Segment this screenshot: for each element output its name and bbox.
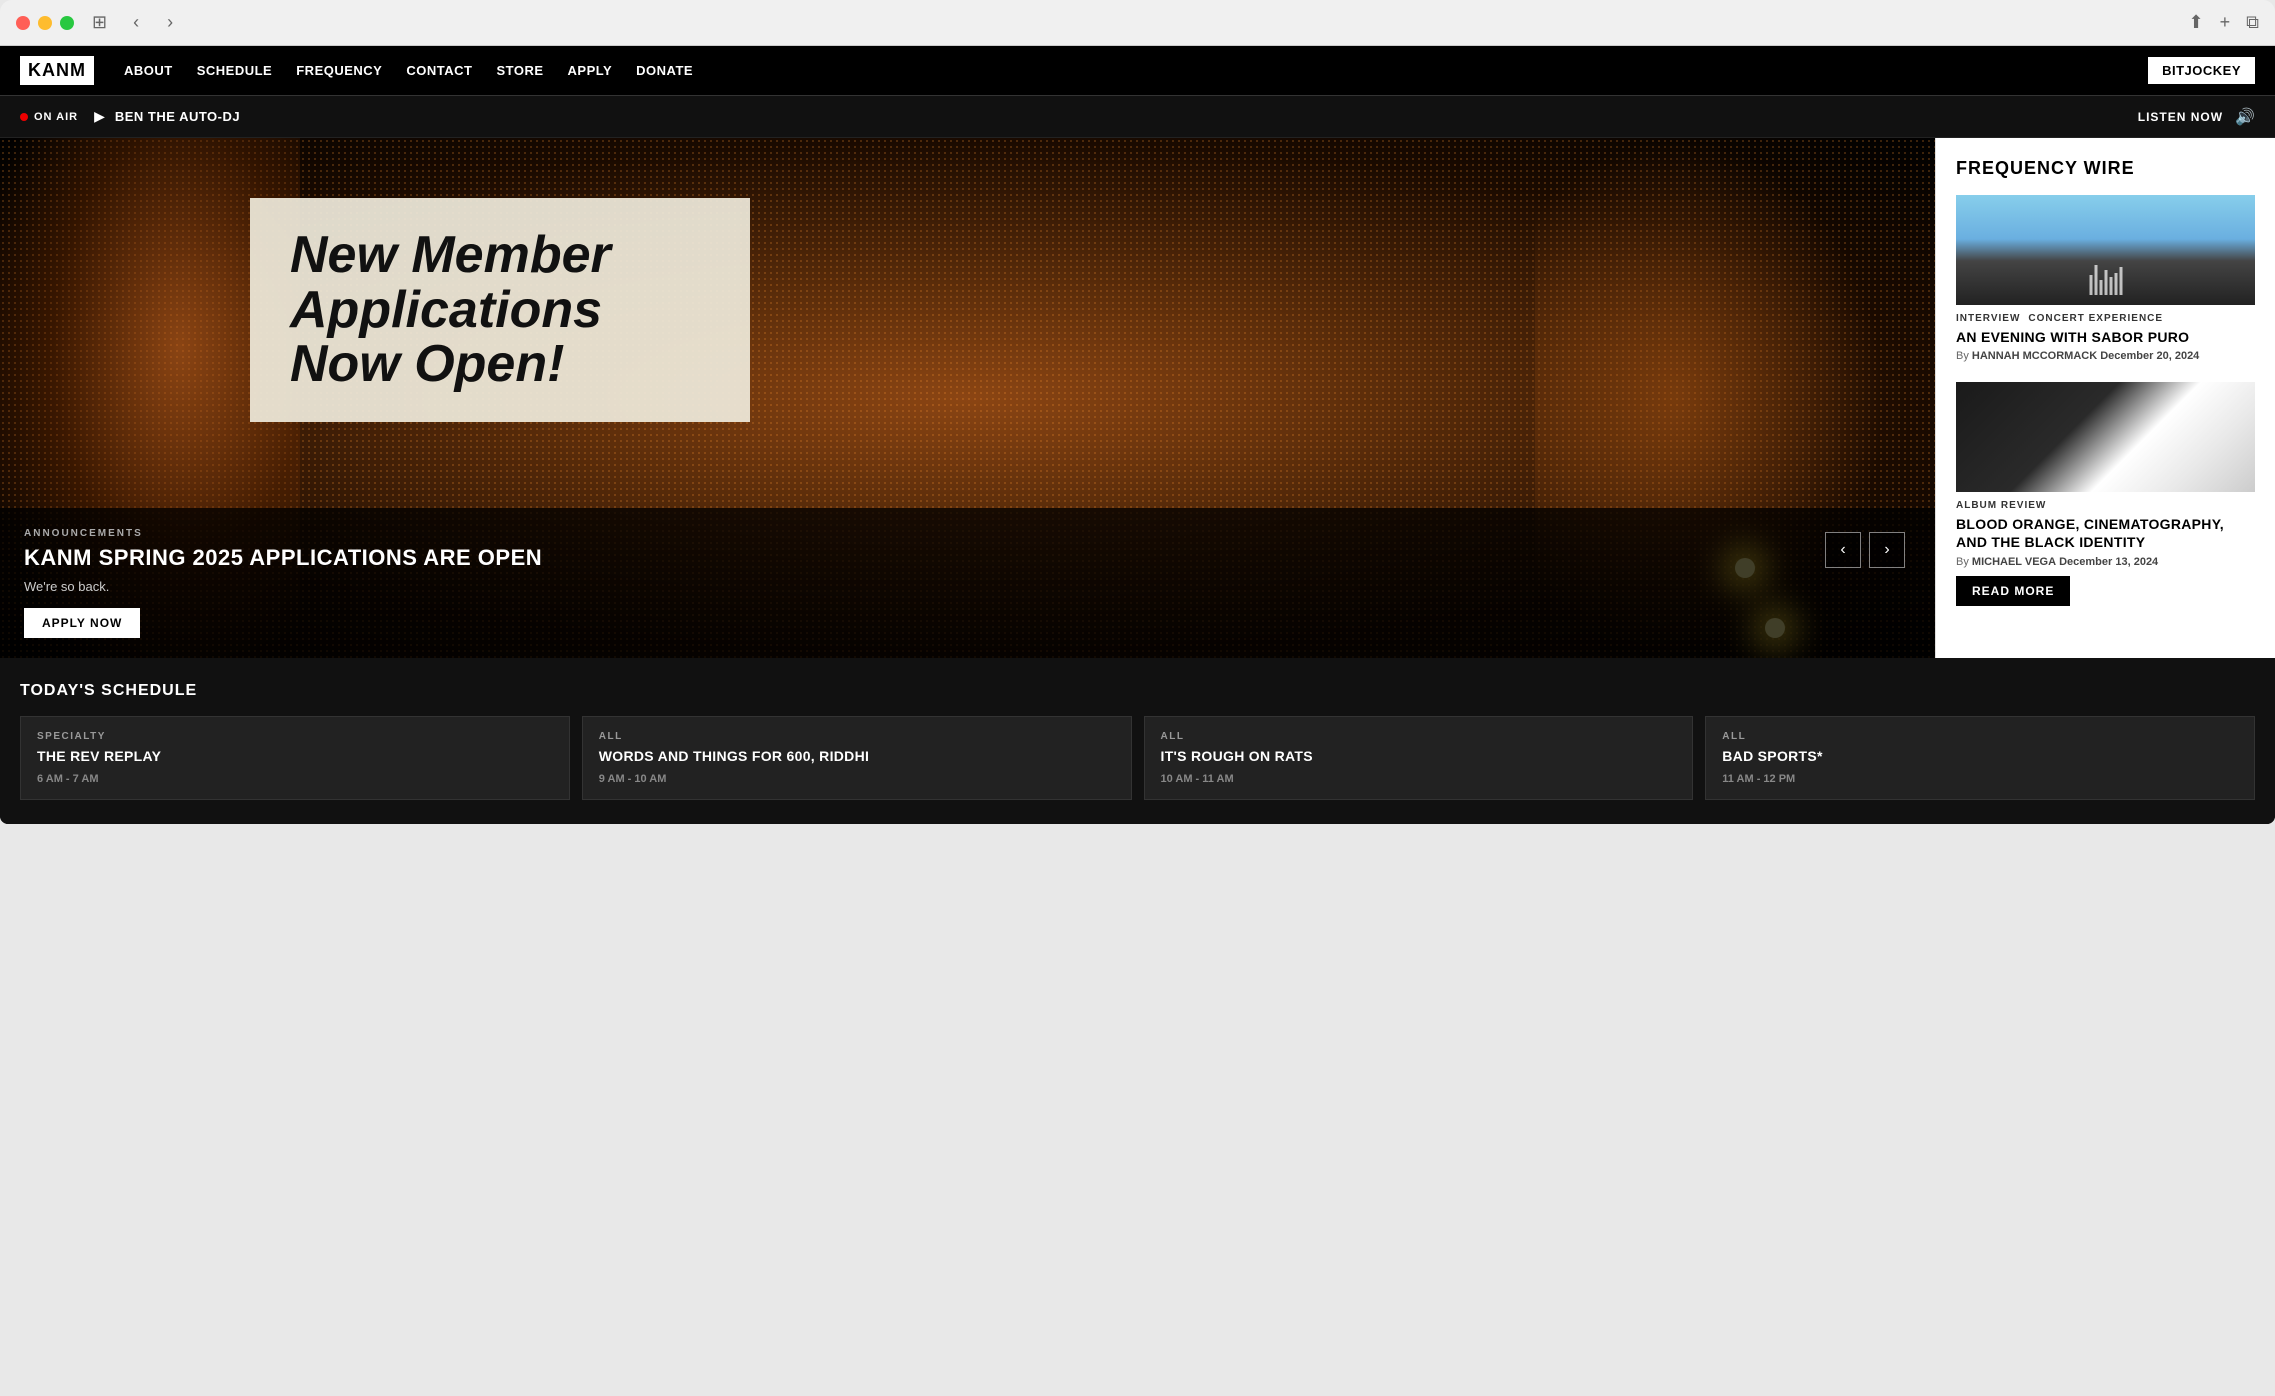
site-logo[interactable]: KANM: [20, 56, 94, 85]
article-2-tags: ALBUM REVIEW: [1956, 500, 2255, 511]
maximize-button[interactable]: [60, 16, 74, 30]
frequency-wire-title: FREQUENCY WIRE: [1956, 158, 2255, 179]
close-button[interactable]: [16, 16, 30, 30]
browser-right-controls: ⬆ + ⧉: [2189, 12, 2259, 33]
article-1-tag-1: INTERVIEW: [1956, 313, 2020, 324]
on-air-bar: ON AIR ▶ BEN THE AUTO-DJ LISTEN NOW 🔊: [0, 96, 2275, 138]
browser-controls: ⊞ ‹ › ⬆ + ⧉: [16, 10, 2259, 45]
sidebar-toggle-button[interactable]: ⊞: [86, 10, 113, 35]
article-2-byline: By MICHAEL VEGA December 13, 2024: [1956, 556, 2255, 568]
schedule-card-2-type: ALL: [599, 731, 1115, 742]
schedule-card-2-title[interactable]: WORDS AND THINGS FOR 600, RIDDHI: [599, 748, 1115, 765]
hero-title: KANM SPRING 2025 APPLICATIONS ARE OPEN: [24, 545, 1911, 571]
schedule-card-3-type: ALL: [1161, 731, 1677, 742]
forward-button[interactable]: ›: [159, 10, 181, 35]
schedule-section: TODAY'S SCHEDULE SPECIALTY THE REV REPLA…: [0, 658, 2275, 824]
schedule-card-1-time: 6 AM - 7 AM: [37, 773, 553, 785]
hero-subtitle: We're so back.: [24, 579, 1911, 594]
hero-category: ANNOUNCEMENTS: [24, 528, 1911, 539]
schedule-card-4: ALL BAD SPORTS* 11 AM - 12 PM: [1705, 716, 2255, 800]
article-1-tag-2: CONCERT EXPERIENCE: [2028, 313, 2163, 324]
hero-caption: ANNOUNCEMENTS KANM SPRING 2025 APPLICATI…: [0, 508, 1935, 658]
frequency-wire-sidebar: FREQUENCY WIRE: [1935, 138, 2275, 658]
schedule-card-4-time: 11 AM - 12 PM: [1722, 773, 2238, 785]
concert-image: [1956, 195, 2255, 305]
schedule-card-2: ALL WORDS AND THINGS FOR 600, RIDDHI 9 A…: [582, 716, 1132, 800]
schedule-card-1-type: SPECIALTY: [37, 731, 553, 742]
website: KANM ABOUT SCHEDULE FREQUENCY CONTACT ST…: [0, 46, 2275, 824]
schedule-card-1: SPECIALTY THE REV REPLAY 6 AM - 7 AM: [20, 716, 570, 800]
bitjockey-button[interactable]: BITJOCKEY: [2148, 57, 2255, 84]
article-2-tag-1: ALBUM REVIEW: [1956, 500, 2046, 511]
nav-schedule[interactable]: SCHEDULE: [197, 63, 273, 78]
schedule-card-3-time: 10 AM - 11 AM: [1161, 773, 1677, 785]
article-1-tags: INTERVIEW CONCERT EXPERIENCE: [1956, 313, 2255, 324]
frequency-wire-article-2: ALBUM REVIEW BLOOD ORANGE, CINEMATOGRAPH…: [1956, 382, 2255, 605]
paper-image: [1956, 382, 2255, 492]
on-air-badge: ON AIR: [20, 111, 78, 123]
listen-now-link[interactable]: LISTEN NOW: [2138, 110, 2223, 124]
read-more-button[interactable]: READ MORE: [1956, 576, 2070, 606]
nav-store[interactable]: STORE: [496, 63, 543, 78]
play-button[interactable]: ▶: [94, 108, 105, 125]
apply-now-button[interactable]: APPLY NOW: [24, 608, 140, 638]
nav-donate[interactable]: DONATE: [636, 63, 693, 78]
site-header: KANM ABOUT SCHEDULE FREQUENCY CONTACT ST…: [0, 46, 2275, 96]
minimize-button[interactable]: [38, 16, 52, 30]
article-1-byline: By HANNAH MCCORMACK December 20, 2024: [1956, 350, 2255, 362]
browser-chrome: ⊞ ‹ › ⬆ + ⧉: [0, 0, 2275, 46]
schedule-card-2-time: 9 AM - 10 AM: [599, 773, 1115, 785]
nav-contact[interactable]: CONTACT: [406, 63, 472, 78]
schedule-card-4-type: ALL: [1722, 731, 2238, 742]
back-button[interactable]: ‹: [125, 10, 147, 35]
nav-frequency[interactable]: FREQUENCY: [296, 63, 382, 78]
on-air-label: ON AIR: [34, 111, 78, 123]
frequency-wire-article-1: INTERVIEW CONCERT EXPERIENCE AN EVENING …: [1956, 195, 2255, 362]
current-show: BEN THE AUTO-DJ: [115, 109, 240, 124]
traffic-lights: [16, 16, 74, 30]
schedule-card-4-title[interactable]: BAD SPORTS*: [1722, 748, 2238, 765]
volume-icon[interactable]: 🔊: [2235, 107, 2255, 127]
article-1-title[interactable]: AN EVENING WITH SABOR PURO: [1956, 328, 2255, 346]
schedule-card-1-title[interactable]: THE REV REPLAY: [37, 748, 553, 765]
hero-prev-button[interactable]: ‹: [1825, 532, 1861, 568]
schedule-title: TODAY'S SCHEDULE: [20, 682, 2255, 700]
header-right: BITJOCKEY: [2148, 57, 2255, 84]
hero-next-button[interactable]: ›: [1869, 532, 1905, 568]
member-app-heading: New Member Applications Now Open!: [290, 228, 710, 392]
logo-text: KANM: [28, 60, 86, 81]
hero-nav: ‹ ›: [1825, 532, 1905, 568]
schedule-card-3: ALL IT'S ROUGH ON RATS 10 AM - 11 AM: [1144, 716, 1694, 800]
share-button[interactable]: ⬆: [2189, 12, 2204, 33]
article-1-image: [1956, 195, 2255, 305]
main-content: New Member Applications Now Open! ANNOUN…: [0, 138, 2275, 658]
article-2-image: [1956, 382, 2255, 492]
nav-about[interactable]: ABOUT: [124, 63, 173, 78]
stage-visualization: [2089, 265, 2122, 295]
member-app-box: New Member Applications Now Open!: [250, 198, 750, 422]
schedule-card-3-title[interactable]: IT'S ROUGH ON RATS: [1161, 748, 1677, 765]
hero-section: New Member Applications Now Open! ANNOUN…: [0, 138, 1935, 658]
article-2-title[interactable]: BLOOD ORANGE, CINEMATOGRAPHY, AND THE BL…: [1956, 515, 2255, 551]
schedule-grid: SPECIALTY THE REV REPLAY 6 AM - 7 AM ALL…: [20, 716, 2255, 800]
on-air-dot: [20, 113, 28, 121]
tabs-button[interactable]: ⧉: [2246, 12, 2259, 33]
main-nav: ABOUT SCHEDULE FREQUENCY CONTACT STORE A…: [124, 63, 693, 78]
nav-apply[interactable]: APPLY: [568, 63, 613, 78]
new-tab-button[interactable]: +: [2220, 12, 2231, 33]
